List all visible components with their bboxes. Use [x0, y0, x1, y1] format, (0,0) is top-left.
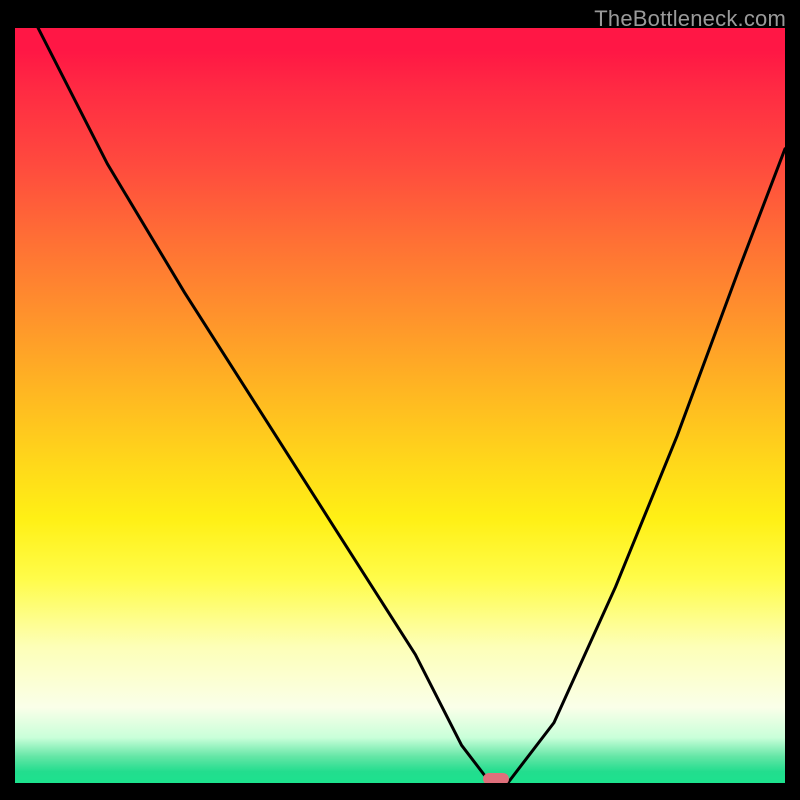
bottleneck-curve-line: [38, 28, 785, 783]
bottleneck-curve-svg: [15, 28, 785, 783]
plot-area: [15, 28, 785, 783]
chart-frame: TheBottleneck.com: [0, 0, 800, 800]
optimal-point-marker: [483, 773, 509, 783]
